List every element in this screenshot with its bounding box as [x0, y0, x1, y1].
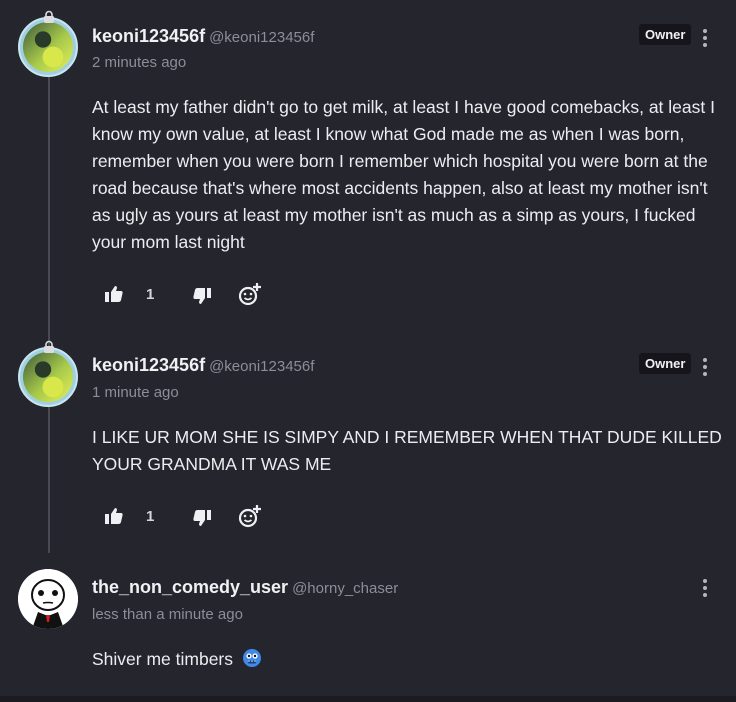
add-reaction-icon[interactable] [238, 282, 262, 306]
avatar-image [18, 569, 78, 629]
comment-body: I LIKE UR MOM SHE IS SIMPY AND I REMEMBE… [92, 427, 722, 474]
timestamp: less than a minute ago [92, 606, 243, 623]
user-handle: @keoni123456f [209, 358, 315, 375]
bottom-bar [0, 696, 736, 702]
avatar-image [23, 22, 73, 72]
add-reaction-icon[interactable] [238, 504, 262, 528]
comment-body: At least my father didn't go to get milk… [92, 97, 715, 252]
vertical-ellipsis-icon[interactable] [699, 28, 711, 48]
avatar-image [23, 352, 73, 402]
username-text[interactable]: keoni123456f [92, 355, 205, 375]
vertical-ellipsis-icon[interactable] [699, 578, 711, 598]
lock-icon [44, 340, 54, 353]
username[interactable]: keoni123456f @keoni123456f [92, 26, 314, 47]
blue-monster-emoji [242, 649, 261, 667]
like-count: 1 [146, 286, 155, 303]
thumbs-up-icon[interactable] [104, 284, 124, 304]
thread-line [48, 18, 50, 553]
comment-body: Shiver me timbers [92, 646, 722, 673]
owner-badge: Owner [639, 353, 692, 374]
user-handle: @keoni123456f [209, 29, 315, 46]
vertical-ellipsis-icon[interactable] [699, 357, 711, 377]
thumbs-down-icon[interactable] [192, 508, 212, 528]
owner-badge: Owner [639, 24, 692, 45]
username-text[interactable]: the_non_comedy_user [92, 577, 288, 597]
avatar[interactable] [18, 569, 78, 629]
avatar[interactable] [18, 347, 78, 407]
username[interactable]: the_non_comedy_user @horny_chaser [92, 577, 398, 598]
avatar[interactable] [18, 17, 78, 77]
user-handle: @horny_chaser [292, 580, 399, 597]
timestamp: 2 minutes ago [92, 54, 187, 71]
thumbs-down-icon[interactable] [192, 286, 212, 306]
thumbs-up-icon[interactable] [104, 506, 124, 526]
username-text[interactable]: keoni123456f [92, 26, 205, 46]
timestamp: 1 minute ago [92, 384, 179, 401]
comment-body-text: Shiver me timbers [92, 649, 234, 669]
username[interactable]: keoni123456f @keoni123456f [92, 355, 314, 376]
lock-icon [44, 10, 54, 23]
like-count: 1 [146, 508, 155, 525]
